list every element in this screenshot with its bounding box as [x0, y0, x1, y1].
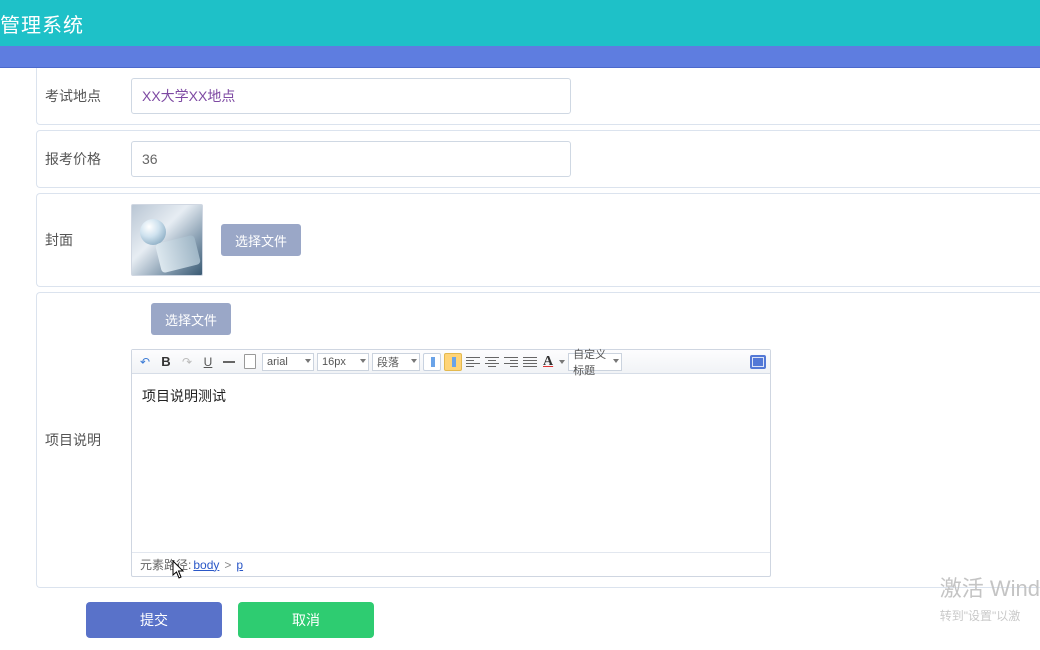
- align-right-button[interactable]: [503, 354, 519, 370]
- font-color-button[interactable]: A: [541, 354, 555, 370]
- row-cover: 封面 选择文件: [36, 193, 1040, 287]
- app-title: 管理系统: [0, 9, 84, 38]
- font-family-value: arial: [267, 356, 288, 368]
- chevron-down-icon: [360, 359, 366, 363]
- font-color-dropdown[interactable]: [559, 360, 565, 364]
- choose-file-description[interactable]: 选择文件: [151, 303, 231, 335]
- path-p-link[interactable]: p: [236, 558, 243, 572]
- layout-button-1[interactable]: [423, 353, 441, 371]
- chevron-down-icon: [613, 359, 619, 363]
- cover-thumbnail: [131, 204, 203, 276]
- hr-button[interactable]: [220, 353, 238, 371]
- editor-toolbar: ↶ B ↷ U arial 16px 段落: [132, 350, 770, 374]
- font-size-select[interactable]: 16px: [317, 353, 369, 371]
- app-header: 管理系统: [0, 0, 1040, 46]
- path-label: 元素路径:: [140, 556, 191, 573]
- font-size-value: 16px: [322, 356, 346, 368]
- action-bar: 提交 取消: [36, 588, 1040, 638]
- choose-file-cover[interactable]: 选择文件: [221, 224, 301, 256]
- underline-button[interactable]: U: [199, 353, 217, 371]
- label-description: 项目说明: [37, 293, 131, 587]
- sub-header-bar: [0, 46, 1040, 68]
- label-location: 考试地点: [37, 68, 131, 124]
- chevron-down-icon: [305, 359, 311, 363]
- chevron-down-icon: [411, 359, 417, 363]
- watermark-title: 激活 Wind: [940, 571, 1040, 603]
- label-cover: 封面: [37, 194, 131, 286]
- watermark-sub: 转到"设置"以激: [940, 607, 1040, 624]
- align-left-button[interactable]: [465, 354, 481, 370]
- form: 考试地点 报考价格 封面 选择文件 项目说明 选择文件 ↶ B: [0, 68, 1040, 638]
- paragraph-select[interactable]: 段落: [372, 353, 420, 371]
- custom-title-select[interactable]: 自定义标题: [568, 353, 622, 371]
- page-icon[interactable]: [241, 353, 259, 371]
- undo-icon[interactable]: ↶: [136, 353, 154, 371]
- editor-path-bar: 元素路径: body > p: [132, 552, 770, 576]
- rich-text-editor: ↶ B ↷ U arial 16px 段落: [131, 349, 771, 577]
- paragraph-value: 段落: [377, 354, 399, 370]
- redo-icon[interactable]: ↷: [178, 353, 196, 371]
- cancel-button[interactable]: 取消: [238, 602, 374, 638]
- bold-button[interactable]: B: [157, 353, 175, 371]
- label-price: 报考价格: [37, 131, 131, 187]
- align-justify-button[interactable]: [522, 354, 538, 370]
- layout-button-2[interactable]: [444, 353, 462, 371]
- font-family-select[interactable]: arial: [262, 353, 314, 371]
- row-price: 报考价格: [36, 130, 1040, 188]
- fullscreen-icon[interactable]: [750, 355, 766, 369]
- path-separator: >: [224, 558, 231, 572]
- input-price[interactable]: [131, 141, 571, 177]
- submit-button[interactable]: 提交: [86, 602, 222, 638]
- path-body-link[interactable]: body: [193, 558, 219, 572]
- windows-activation-watermark: 激活 Wind 转到"设置"以激: [940, 571, 1040, 624]
- row-location: 考试地点: [36, 68, 1040, 125]
- input-location[interactable]: [131, 78, 571, 114]
- align-center-button[interactable]: [484, 354, 500, 370]
- editor-content[interactable]: 项目说明测试: [132, 374, 770, 552]
- custom-title-value: 自定义标题: [573, 346, 611, 378]
- row-description: 项目说明 选择文件 ↶ B ↷ U arial 16px: [36, 292, 1040, 588]
